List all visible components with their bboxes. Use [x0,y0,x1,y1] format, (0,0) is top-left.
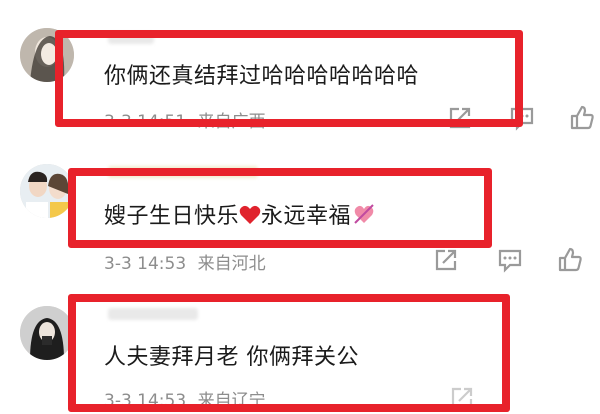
like-icon[interactable] [568,104,596,132]
comment-date: 3-3 14:51 [104,112,187,132]
comment-location: 来自辽宁 [197,391,266,411]
user-avatar[interactable] [20,28,74,82]
username-blurred[interactable] [108,32,154,44]
comment-text: 你俩还真结拜过哈哈哈哈哈哈哈 [104,64,420,89]
comment-location: 来自河北 [197,254,266,274]
like-icon[interactable] [556,246,584,274]
comment-date: 3-3 14:53 [104,254,187,274]
heart-emoji-icon [239,205,261,231]
comment-text: 嫂子生日快乐 永远幸福 [104,198,375,231]
comment-icon[interactable] [496,246,524,274]
share-icon[interactable] [432,246,460,274]
user-avatar[interactable] [20,164,74,218]
comment-item-3: 人夫妻拜月老 你俩拜关公 3-3 14:53 来自辽宁 [0,290,600,414]
comment-date: 3-3 14:53 [104,391,187,411]
comment-meta: 3-3 14:53 来自辽宁 [104,386,266,411]
comment-item-2: 嫂子生日快乐 永远幸福 3-3 14:53 来自河北 [0,150,600,280]
comment-text-part-2: 永远幸福 [261,204,352,229]
user-avatar[interactable] [20,306,74,360]
comment-location: 来自广西 [197,112,266,132]
comment-item-1: 你俩还真结拜过哈哈哈哈哈哈哈 3-3 14:51 来自广西 [0,0,600,132]
comment-text: 人夫妻拜月老 你俩拜关公 [104,345,359,370]
share-icon[interactable] [446,104,474,132]
heart-ribbon-emoji-icon [353,203,375,231]
comment-meta: 3-3 14:51 来自广西 [104,107,266,132]
share-icon[interactable] [448,384,476,412]
username-blurred[interactable] [108,308,198,320]
comment-text-part-1: 嫂子生日快乐 [104,204,240,229]
username-blurred[interactable] [108,166,258,178]
comment-meta: 3-3 14:53 来自河北 [104,249,266,274]
comment-icon[interactable] [508,104,536,132]
